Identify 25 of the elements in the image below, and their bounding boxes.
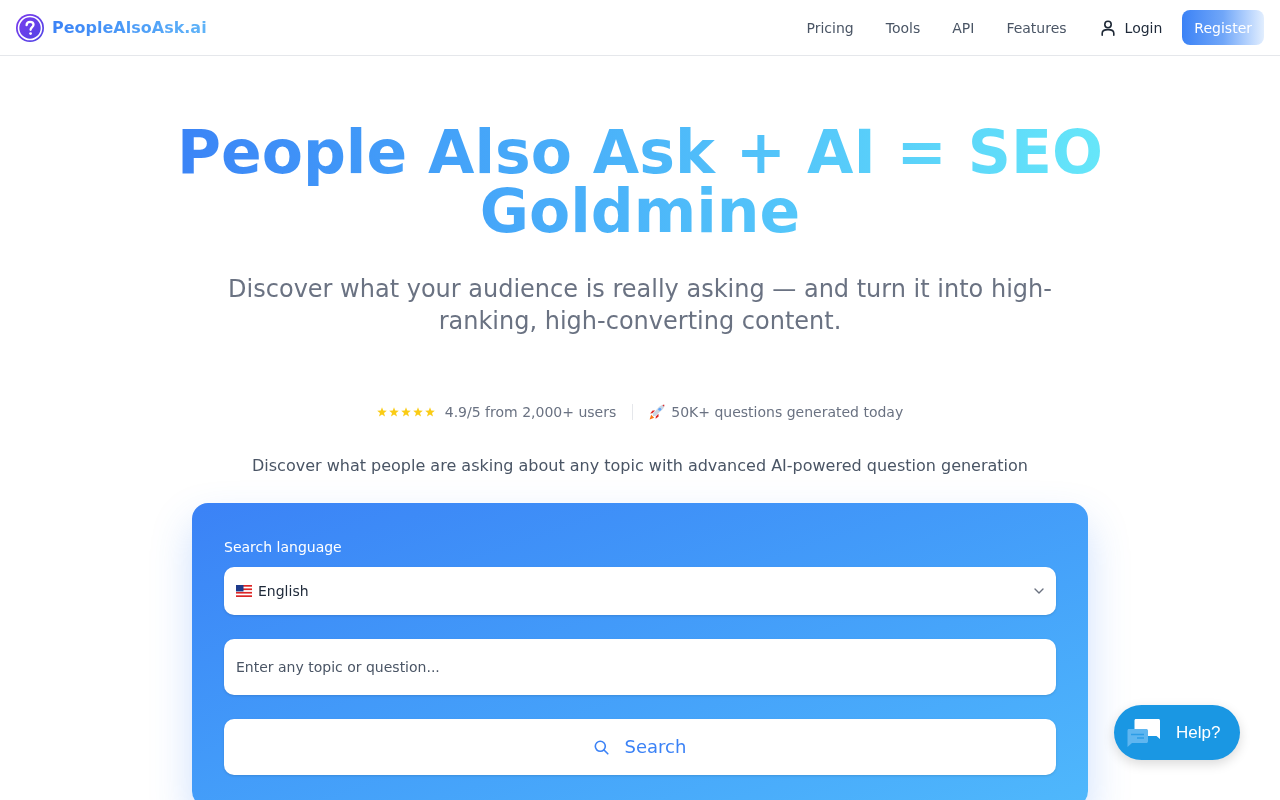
user-icon [1100,19,1115,36]
hero-subtitle: Discover what your audience is really asking — and turn it into high-ranking, high-converting content. [227,274,1053,337]
rating-text: 4.9/5 from 2,000+ users [444,403,617,422]
star-icon [376,407,387,417]
nav-link[interactable]: Features [1006,17,1067,38]
flag-icon [236,585,252,597]
language-select[interactable]: English [224,567,1056,615]
nav-link[interactable]: API [952,17,975,38]
star-icon [424,407,435,417]
star-icon [412,407,423,417]
rocket-icon [649,404,666,420]
login-link[interactable]: Login [1100,17,1163,38]
topic-input[interactable]: Enter any topic or question... [224,639,1056,695]
star-icon [400,407,411,417]
search-button[interactable]: Search [224,719,1056,775]
nav-link[interactable]: Tools [885,17,921,38]
description-text: Discover what people are asking about any topic with advanced AI-powered question generation [252,455,1028,477]
star-icon [388,407,399,417]
chevron-down-icon [1034,588,1044,594]
language-label: Search language [224,538,343,557]
chat-bubbles-icon [1126,716,1162,749]
search-icon [593,739,609,755]
activity-text: 50K+ questions generated today [671,403,904,422]
question-mark-logo-icon [16,13,44,42]
nav-link[interactable]: Pricing [806,17,854,38]
